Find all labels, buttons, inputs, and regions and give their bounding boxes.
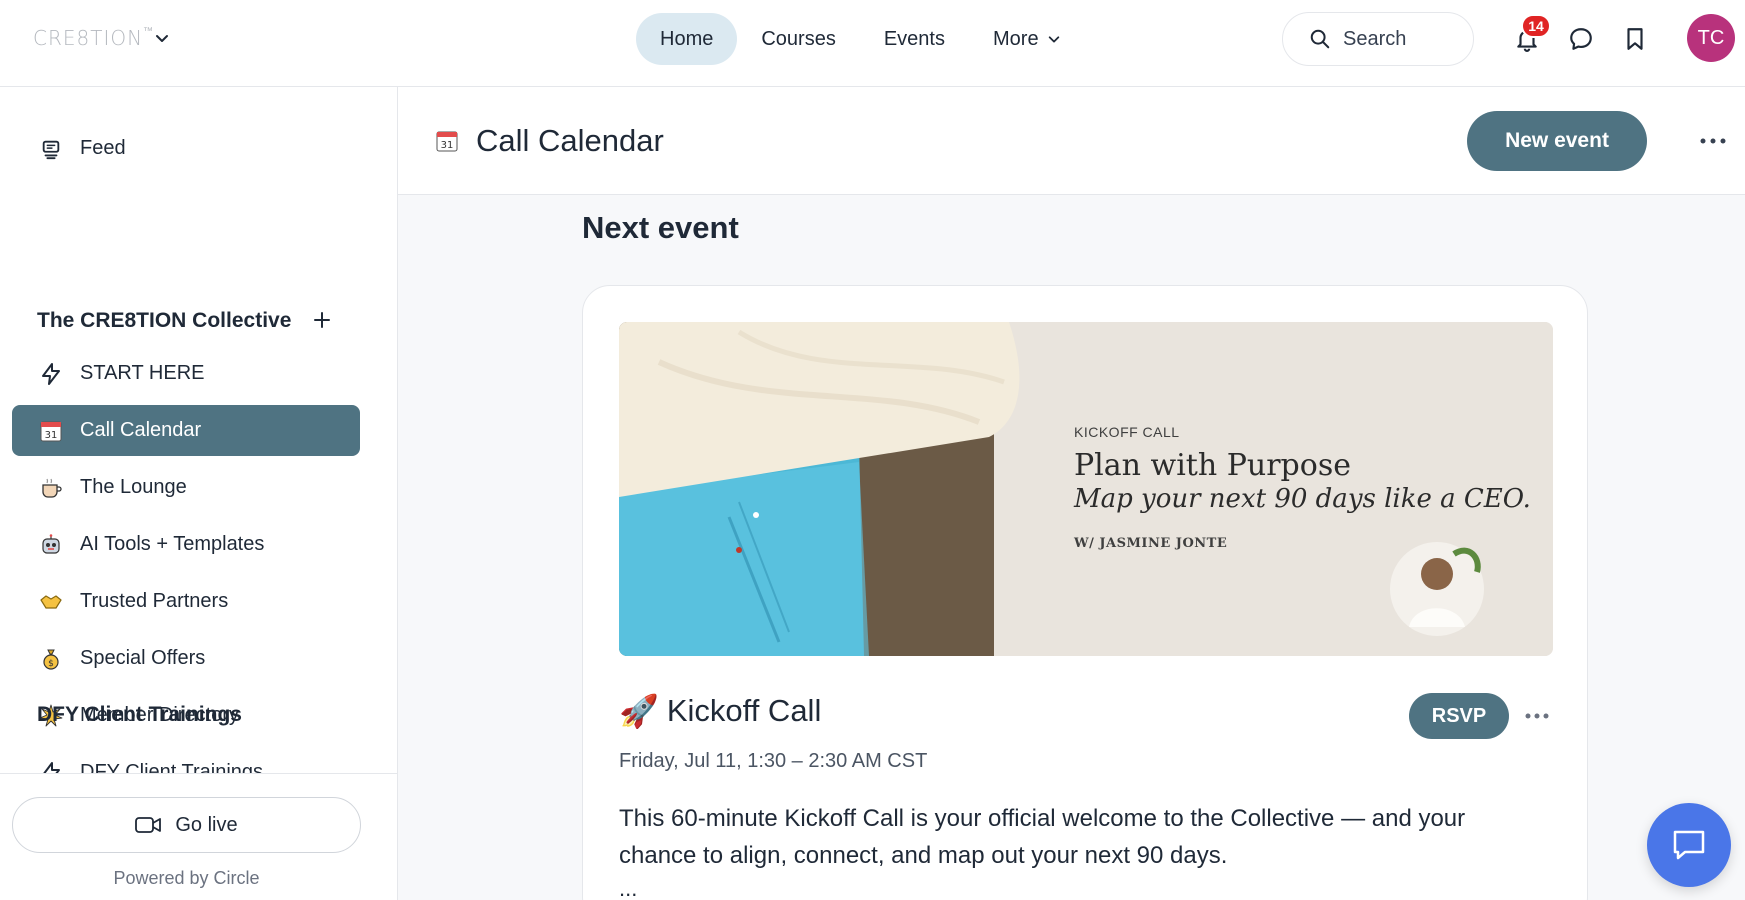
page-title: Call Calendar xyxy=(476,123,664,158)
new-event-button[interactable]: New event xyxy=(1467,111,1647,171)
robot-icon xyxy=(38,532,64,558)
nav-courses[interactable]: Courses xyxy=(737,13,859,65)
calendar-icon: 31 xyxy=(435,129,459,160)
notification-badge: 14 xyxy=(1521,14,1551,38)
sidebar-item-the-lounge[interactable]: The Lounge xyxy=(12,462,360,513)
top-header: CRE8TION™ Home Courses Events More Searc… xyxy=(0,0,1745,87)
rocket-icon: 🚀 xyxy=(619,693,659,729)
user-avatar[interactable]: TC xyxy=(1687,14,1735,62)
chevron-down-icon xyxy=(1048,36,1059,43)
nav-more[interactable]: More xyxy=(969,13,1085,65)
sidebar: Feed The CRE8TION Collective START HERE … xyxy=(0,87,398,900)
calendar-icon: 31 xyxy=(38,418,64,444)
plus-icon[interactable] xyxy=(312,310,332,330)
bookmark-icon[interactable] xyxy=(1622,26,1648,52)
main-nav: Home Courses Events More xyxy=(636,13,1085,65)
sidebar-item-ai-tools[interactable]: AI Tools + Templates xyxy=(12,519,360,570)
nav-home[interactable]: Home xyxy=(636,13,738,65)
chevron-down-icon[interactable] xyxy=(154,30,170,46)
sidebar-item-special-offers[interactable]: $ Special Offers xyxy=(12,633,360,684)
svg-text:31: 31 xyxy=(441,140,454,151)
go-live-button[interactable]: Go live xyxy=(12,797,361,853)
banner-title: Plan with Purpose xyxy=(1074,448,1351,483)
sidebar-item-trusted-partners[interactable]: Trusted Partners xyxy=(12,576,360,627)
nav-events[interactable]: Events xyxy=(860,13,969,65)
sidebar-item-feed[interactable]: Feed xyxy=(12,123,360,174)
svg-text:$: $ xyxy=(48,659,54,669)
rsvp-button[interactable]: RSVP xyxy=(1409,693,1509,739)
event-title-row: 🚀 Kickoff Call xyxy=(619,692,821,730)
search-button[interactable]: Search xyxy=(1282,12,1474,66)
powered-by-link[interactable]: Powered by Circle xyxy=(0,868,373,889)
sidebar-footer: Go live Powered by Circle xyxy=(0,773,397,900)
space-group-title[interactable]: The CRE8TION Collective xyxy=(37,309,291,333)
banner-eyebrow: KICKOFF CALL xyxy=(1074,424,1180,440)
event-description: This 60-minute Kickoff Call is your offi… xyxy=(619,805,1466,869)
more-options-icon[interactable] xyxy=(1524,706,1550,726)
event-description-more: ... xyxy=(619,876,638,900)
event-banner-image[interactable]: KICKOFF CALL Plan with Purpose Map your … xyxy=(619,322,1553,656)
coffee-icon xyxy=(38,475,64,501)
svg-text:31: 31 xyxy=(45,430,58,441)
main-content: 31 Call Calendar New event Next event KI… xyxy=(398,87,1745,900)
event-card[interactable]: KICKOFF CALL Plan with Purpose Map your … xyxy=(582,285,1588,900)
chat-bubble-icon[interactable] xyxy=(1568,26,1594,52)
sidebar-item-call-calendar[interactable]: 31 Call Calendar xyxy=(12,405,360,456)
event-title[interactable]: Kickoff Call xyxy=(667,693,822,729)
search-icon xyxy=(1310,29,1330,49)
video-camera-icon xyxy=(135,817,162,833)
chat-icon xyxy=(1673,830,1705,860)
community-logo[interactable]: CRE8TION™ xyxy=(33,26,154,50)
banner-host: W/ JASMINE JONTE xyxy=(1074,536,1228,551)
handshake-icon xyxy=(38,589,64,615)
section-title: Next event xyxy=(582,210,739,245)
sidebar-item-start-here[interactable]: START HERE xyxy=(12,348,360,399)
chat-widget-button[interactable] xyxy=(1647,803,1731,887)
more-options-icon[interactable] xyxy=(1698,131,1728,151)
money-bag-icon: $ xyxy=(38,646,64,672)
banner-subtitle: Map your next 90 days like a CEO. xyxy=(1074,484,1531,514)
event-date: Friday, Jul 11, 1:30 – 2:30 AM CST xyxy=(619,750,928,772)
lightning-icon xyxy=(38,361,64,387)
page-header: 31 Call Calendar New event xyxy=(398,87,1745,195)
feed-icon xyxy=(38,136,64,162)
space-group-title[interactable]: DFY Client Trainings xyxy=(37,703,242,727)
